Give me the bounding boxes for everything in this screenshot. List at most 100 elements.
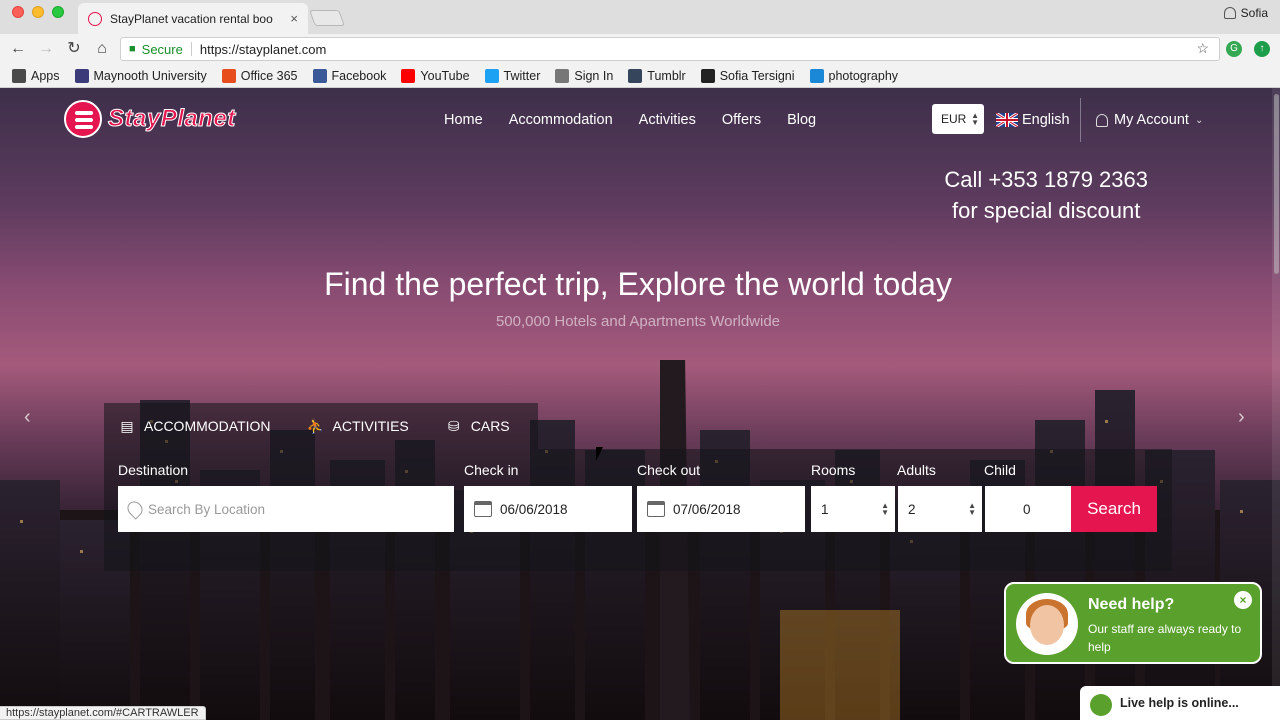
destination-input[interactable] [148, 501, 448, 517]
bookmark-star-icon[interactable]: ☆ [1196, 40, 1209, 57]
car-icon: ⛁ [447, 418, 460, 434]
tab-title: StayPlanet vacation rental boo [110, 11, 273, 26]
status-bar-url: https://stayplanet.com/#CARTRAWLER [0, 706, 206, 720]
new-tab-button[interactable] [309, 10, 345, 26]
nav-offers[interactable]: Offers [722, 112, 761, 128]
mouse-cursor-icon [596, 447, 610, 461]
profile-name: Sofia [1240, 6, 1268, 20]
hiking-icon: ⛹ [306, 418, 325, 434]
photo-icon [700, 68, 715, 83]
address-bar[interactable]: ■ Secure https://stayplanet.com ☆ [120, 37, 1220, 61]
tab-cars[interactable]: ⛁ CARS [445, 418, 510, 434]
help-text: Our staff are always ready to help [1088, 622, 1242, 654]
browser-toolbar: ← → ↻ ⌂ ■ Secure https://stayplanet.com … [0, 34, 1280, 64]
extension-icon[interactable]: ↑ [1254, 41, 1270, 57]
bookmark-item[interactable]: Maynooth University [74, 68, 207, 83]
location-pin-icon [124, 498, 146, 520]
currency-select[interactable]: EUR ▲ ▼ [932, 104, 984, 134]
window-close-button[interactable] [12, 6, 24, 18]
page-icon [555, 68, 570, 83]
slider-next-icon[interactable]: › [1238, 406, 1245, 429]
checkout-field[interactable]: 07/06/2018 [637, 486, 805, 532]
select-arrows-icon: ▲ ▼ [881, 501, 889, 517]
bookmark-label: Sofia Tersigni [719, 68, 795, 83]
tab-activities[interactable]: ⛹ ACTIVITIES [307, 418, 409, 434]
profile-icon [1223, 7, 1236, 19]
destination-label: Destination [118, 462, 189, 478]
header-divider [1080, 98, 1081, 142]
twitter-icon [484, 68, 499, 83]
page-scrollbar[interactable] [1272, 88, 1280, 720]
stayplanet-logo[interactable]: StayPlanet [64, 100, 236, 138]
bookmark-label: YouTube [420, 68, 470, 83]
search-form: Destination Check in Check out Rooms Adu… [104, 449, 1172, 571]
nav-activities[interactable]: Activities [639, 112, 696, 128]
hero-headline: Find the perfect trip, Explore the world… [324, 266, 952, 302]
forward-arrow-icon[interactable]: → [36, 39, 56, 59]
bookmark-item[interactable]: Sign In [555, 68, 614, 83]
bookmark-item[interactable]: Apps [12, 68, 60, 83]
home-icon[interactable]: ⌂ [92, 39, 112, 59]
adults-select[interactable]: 2 ▲ ▼ [898, 486, 982, 532]
tab-close-icon[interactable]: × [290, 11, 298, 26]
browser-tab-strip: StayPlanet vacation rental boo × Sofia [0, 0, 1280, 34]
account-label: My Account [1114, 112, 1189, 128]
destination-field[interactable] [118, 486, 454, 532]
grammarly-extension-icon[interactable]: G [1226, 41, 1242, 57]
secure-label: Secure [141, 41, 183, 57]
nav-accommodation[interactable]: Accommodation [509, 112, 613, 128]
search-button[interactable]: Search [1071, 486, 1157, 532]
bookmark-item[interactable]: photography [809, 68, 899, 83]
tab-accommodation[interactable]: ▤ ACCOMMODATION [118, 418, 271, 434]
currency-value: EUR [941, 112, 967, 126]
checkin-value: 06/06/2018 [500, 501, 568, 517]
url-text: https://stayplanet.com [199, 41, 327, 57]
child-select[interactable]: 0 [985, 486, 1071, 532]
support-agent-avatar [1016, 593, 1078, 655]
browser-tab[interactable]: StayPlanet vacation rental boo × [78, 3, 308, 34]
window-minimize-button[interactable] [32, 6, 44, 18]
lock-icon: ■ [129, 43, 136, 55]
youtube-icon [401, 68, 416, 83]
checkin-field[interactable]: 06/06/2018 [464, 486, 632, 532]
bookmark-item[interactable]: Facebook [312, 68, 386, 83]
callout-discount: for special discount [952, 198, 1141, 223]
rooms-select[interactable]: 1 ▲ ▼ [811, 486, 895, 532]
bookmark-label: Twitter [503, 68, 541, 83]
reload-icon[interactable]: ↻ [64, 39, 84, 59]
rooms-value: 1 [821, 501, 829, 517]
bookmark-item[interactable]: Twitter [484, 68, 541, 83]
nav-blog[interactable]: Blog [787, 112, 816, 128]
bookmark-label: Maynooth University [93, 68, 207, 83]
rooms-label: Rooms [811, 462, 856, 478]
bookmark-item[interactable]: Tumblr [628, 68, 686, 83]
back-arrow-icon[interactable]: ← [8, 39, 28, 59]
profile-button[interactable]: Sofia [1223, 6, 1268, 20]
tab-accommodation-label: ACCOMMODATION [144, 418, 271, 434]
tab-cars-label: CARS [470, 418, 510, 434]
main-nav: Home Accommodation Activities Offers Blo… [444, 112, 842, 128]
bookmark-label: Office 365 [240, 68, 298, 83]
live-help-bar[interactable]: Live help is online... [1080, 686, 1280, 720]
bookmark-item[interactable]: Office 365 [221, 68, 298, 83]
child-value: 0 [1023, 501, 1031, 517]
adults-label: Adults [897, 462, 936, 478]
chevron-down-icon: ⌄ [1194, 114, 1204, 126]
bookmark-item[interactable]: Sofia Tersigni [700, 68, 795, 83]
help-widget[interactable]: Need help? Our staff are always ready to… [1004, 582, 1262, 664]
slider-prev-icon[interactable]: ‹ [24, 406, 31, 429]
university-icon [74, 68, 89, 83]
help-close-icon[interactable]: × [1234, 591, 1252, 609]
bookmark-label: Apps [31, 68, 60, 83]
nav-home[interactable]: Home [444, 112, 483, 128]
scrollbar-thumb[interactable] [1274, 94, 1279, 274]
language-select[interactable]: English [996, 112, 1070, 128]
phone-callout: Call +353 1879 2363 for special discount [944, 164, 1148, 226]
bookmark-label: Sign In [574, 68, 614, 83]
avatar-face [1030, 605, 1064, 645]
my-account-menu[interactable]: My Account ⌄ [1096, 112, 1203, 128]
bookmark-item[interactable]: YouTube [401, 68, 470, 83]
facebook-icon [312, 68, 327, 83]
bookmark-label: photography [828, 68, 899, 83]
window-maximize-button[interactable] [52, 6, 64, 18]
